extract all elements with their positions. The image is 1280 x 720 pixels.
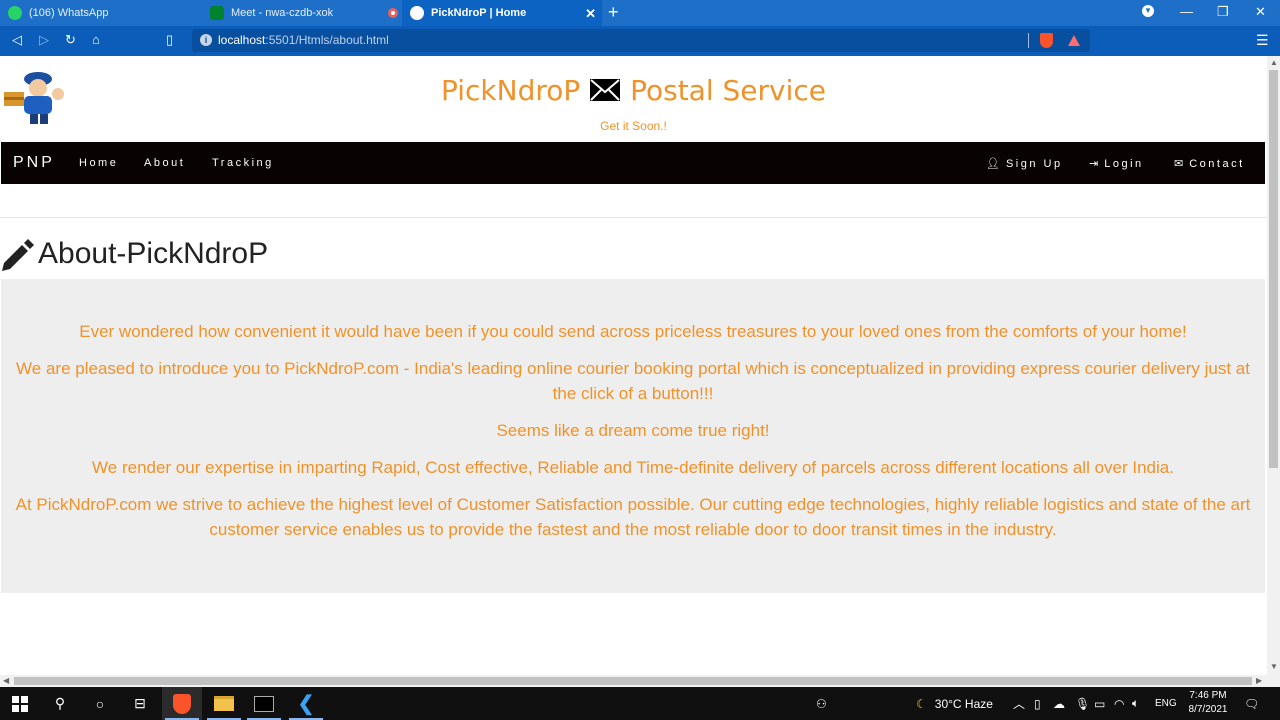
weather-widget[interactable]: ☾ 30°C Haze [916, 687, 993, 720]
divider [0, 217, 1267, 218]
wifi-icon[interactable]: ◠ [1114, 687, 1124, 720]
about-paragraph: At PickNdroP.com we strive to achieve th… [15, 495, 1251, 539]
scroll-right-icon[interactable]: ▶ [1256, 676, 1262, 685]
tab-title: Meet - nwa-czdb-xok [231, 7, 334, 19]
tray-icon[interactable]: ▯ [1034, 687, 1041, 720]
file-explorer-icon[interactable] [204, 687, 244, 720]
page-viewport: PickNdroP Postal Service Get it Soon.! P… [0, 56, 1267, 675]
language-indicator[interactable]: ENG [1155, 687, 1177, 720]
bookmark-icon[interactable]: ▯ [166, 32, 173, 48]
user-icon: 👤︎ [986, 158, 1000, 170]
windows-icon [12, 695, 28, 712]
nav-contact[interactable]: ✉ Contact [1174, 157, 1245, 170]
nav-signup[interactable]: 👤︎ Sign Up [986, 157, 1063, 170]
volume-icon[interactable]: 🔈︎ [1132, 687, 1139, 720]
browser-toolbar: ◁ ▷ ↻ ⌂ ▯ i localhost:5501/Htmls/about.h… [0, 26, 1280, 56]
cortana-icon[interactable]: ○ [80, 687, 120, 720]
about-paragraph: Ever wondered how convenient it would ha… [79, 322, 1187, 341]
recording-icon [388, 8, 398, 18]
tab-title: (106) WhatsApp [29, 7, 109, 19]
new-tab-icon[interactable]: + [608, 2, 619, 23]
maximize-icon[interactable]: ❐ [1217, 4, 1229, 20]
address-bar[interactable]: i localhost:5501/Htmls/about.html [192, 29, 1090, 52]
battery-icon[interactable]: ▭ [1094, 687, 1105, 720]
about-paragraph: We render our expertise in imparting Rap… [92, 458, 1174, 477]
microphone-icon[interactable]: 🎙︎ [1075, 687, 1090, 720]
close-window-icon[interactable]: ✕ [1255, 4, 1266, 20]
envelope-icon [590, 79, 621, 101]
nav-home[interactable]: Home [79, 157, 118, 169]
whatsapp-icon [8, 6, 22, 20]
about-heading: About-PickNdroP [0, 234, 268, 274]
pencil-icon [2, 239, 34, 271]
scroll-left-icon[interactable]: ◀ [3, 676, 9, 685]
menu-icon[interactable]: ☰ [1256, 32, 1269, 49]
reload-icon[interactable]: ↻ [65, 32, 76, 48]
brave-shield-icon[interactable] [1040, 33, 1053, 48]
clock[interactable]: 7:46 PM 8/7/2021 [1180, 689, 1236, 717]
browser-tab-bar: (106) WhatsApp Meet - nwa-czdb-xok PickN… [0, 0, 1280, 26]
globe-icon [410, 6, 424, 20]
tab-title: PickNdroP | Home [431, 7, 527, 19]
terminal-icon[interactable] [244, 687, 284, 720]
show-hidden-icons[interactable]: ︿ [1013, 687, 1025, 720]
site-tagline: Get it Soon.! [600, 119, 667, 133]
scroll-up-icon[interactable]: ▲ [1270, 58, 1278, 67]
page-title: About-PickNdroP [38, 237, 269, 270]
about-paragraph: Seems like a dream come true right! [496, 421, 770, 440]
start-button[interactable] [0, 687, 40, 720]
tab-search-icon[interactable]: ▼ [1142, 5, 1154, 17]
back-icon[interactable]: ◁ [12, 32, 22, 48]
people-icon[interactable]: ⚇ [816, 687, 827, 720]
scrollbar-thumb[interactable] [14, 677, 1252, 685]
close-tab-icon[interactable]: ✕ [585, 6, 596, 22]
divider [1028, 33, 1029, 48]
url-text: localhost:5501/Htmls/about.html [218, 33, 389, 47]
nav-about[interactable]: About [144, 157, 185, 169]
forward-icon[interactable]: ▷ [39, 32, 49, 48]
search-icon[interactable]: ⚲ [40, 687, 80, 720]
scrollbar-thumb[interactable] [1269, 70, 1278, 468]
home-icon[interactable]: ⌂ [92, 32, 100, 47]
onedrive-icon[interactable]: ☁ [1053, 687, 1065, 720]
vertical-scrollbar[interactable]: ▲ ▼ [1267, 56, 1280, 675]
weather-icon: ☾ [916, 696, 927, 711]
site-title: PickNdroP Postal Service [440, 74, 826, 107]
main-navbar: PNP Home About Tracking 👤︎ Sign Up ⇥ Login… [1, 142, 1265, 184]
tab-whatsapp[interactable]: (106) WhatsApp [8, 0, 204, 26]
navbar-brand[interactable]: PNP [13, 154, 55, 172]
scroll-down-icon[interactable]: ▼ [1270, 662, 1278, 671]
brave-rewards-icon[interactable] [1068, 35, 1080, 46]
about-paragraph: We are pleased to introduce you to PickN… [16, 359, 1250, 403]
site-info-icon[interactable]: i [200, 34, 212, 46]
envelope-icon: ✉ [1174, 158, 1184, 170]
brave-browser-icon[interactable] [162, 687, 202, 720]
meet-icon [210, 6, 224, 20]
nav-tracking[interactable]: Tracking [212, 157, 274, 169]
login-icon: ⇥ [1089, 158, 1099, 170]
task-view-icon[interactable]: ⊟ [120, 687, 160, 720]
about-content: Ever wondered how convenient it would ha… [1, 279, 1265, 593]
notification-icon[interactable]: 🗨︎ [1244, 687, 1259, 720]
windows-taskbar: ⚲ ○ ⊟ ❮ ⚇ ☾ 30°C Haze ︿ ▯ ☁ 🎙︎ ▭ ◠ 🔈︎ EN… [0, 687, 1280, 720]
vscode-icon[interactable]: ❮ [286, 687, 326, 720]
tab-meet[interactable]: Meet - nwa-czdb-xok [210, 0, 402, 26]
minimize-icon[interactable]: — [1180, 4, 1193, 19]
tab-pickndrop[interactable]: PickNdroP | Home ✕ [402, 0, 602, 26]
horizontal-scrollbar[interactable]: ◀ ▶ [0, 675, 1280, 687]
nav-login[interactable]: ⇥ Login [1089, 157, 1144, 170]
